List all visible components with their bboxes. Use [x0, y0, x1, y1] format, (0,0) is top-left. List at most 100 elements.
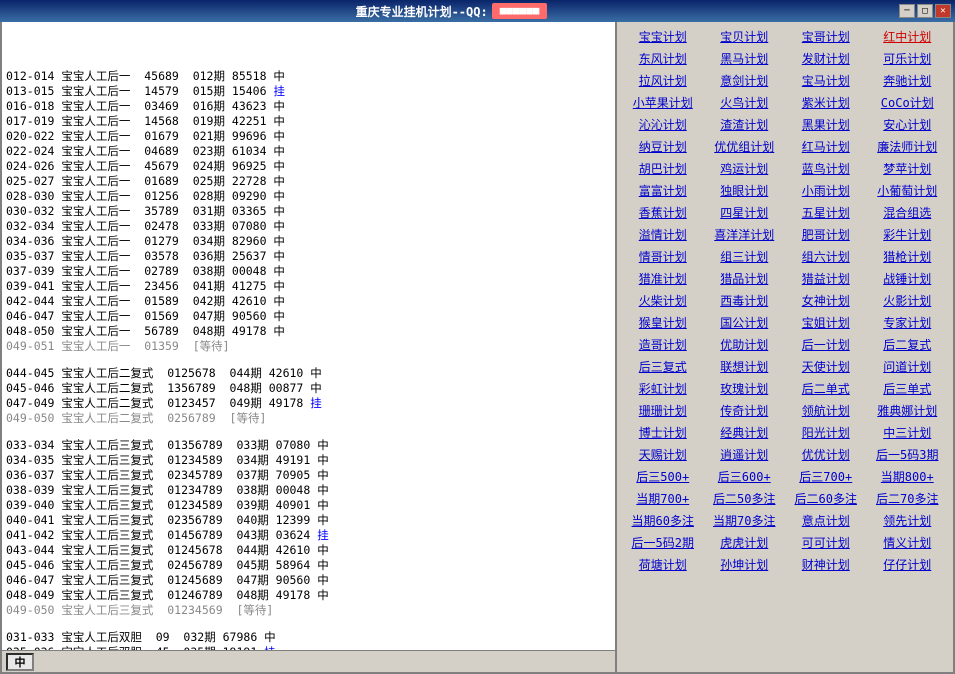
plan-link[interactable]: 彩虹计划 [623, 378, 703, 399]
plan-link[interactable]: 小苹果计划 [623, 92, 703, 113]
plan-link[interactable]: 独眼计划 [705, 180, 785, 201]
plan-link[interactable]: 财神计划 [786, 554, 866, 575]
plan-link[interactable]: 黑马计划 [705, 48, 785, 69]
plan-link[interactable]: 后二50多注 [705, 488, 785, 509]
list-content[interactable]: 012-014 宝宝人工后一 45689 012期 85518 中013-015… [2, 22, 615, 672]
plan-link[interactable]: 国公计划 [705, 312, 785, 333]
plan-link[interactable]: 专家计划 [868, 312, 948, 333]
plan-link[interactable]: 后二单式 [786, 378, 866, 399]
plan-link[interactable]: 五星计划 [786, 202, 866, 223]
plan-link[interactable]: 东风计划 [623, 48, 703, 69]
plan-link[interactable]: 猎品计划 [705, 268, 785, 289]
plan-link[interactable]: 孙坤计划 [705, 554, 785, 575]
plan-link[interactable]: 宝贝计划 [705, 26, 785, 47]
plan-link[interactable]: 优助计划 [705, 334, 785, 355]
plan-link[interactable]: 可可计划 [786, 532, 866, 553]
plan-link[interactable]: 肥哥计划 [786, 224, 866, 245]
plan-link[interactable]: 组三计划 [705, 246, 785, 267]
plan-link[interactable]: 领先计划 [868, 510, 948, 531]
plan-link[interactable]: 蓝鸟计划 [786, 158, 866, 179]
plan-link[interactable]: 宝哥计划 [786, 26, 866, 47]
plan-link[interactable]: 火柴计划 [623, 290, 703, 311]
plan-link[interactable]: 猎准计划 [623, 268, 703, 289]
plan-link[interactable]: 战锤计划 [868, 268, 948, 289]
plan-link[interactable]: 混合组选 [868, 202, 948, 223]
plan-link[interactable]: 珊珊计划 [623, 400, 703, 421]
plan-link[interactable]: 火鸟计划 [705, 92, 785, 113]
plan-link[interactable]: 猎益计划 [786, 268, 866, 289]
plan-link[interactable]: 奔驰计划 [868, 70, 948, 91]
plan-link[interactable]: 溢情计划 [623, 224, 703, 245]
plan-link[interactable]: 后一5码2期 [623, 532, 703, 553]
plan-link[interactable]: 紫米计划 [786, 92, 866, 113]
plan-link[interactable]: 香蕉计划 [623, 202, 703, 223]
plan-link[interactable]: 雅典娜计划 [868, 400, 948, 421]
plan-link[interactable]: 后三500+ [623, 466, 703, 487]
plan-link[interactable]: 传奇计划 [705, 400, 785, 421]
plan-link[interactable]: 中三计划 [868, 422, 948, 443]
plan-link[interactable]: 宝宝计划 [623, 26, 703, 47]
plan-link[interactable]: 造哥计划 [623, 334, 703, 355]
plan-link[interactable]: 后二复式 [868, 334, 948, 355]
plan-link[interactable]: 意点计划 [786, 510, 866, 531]
plan-link[interactable]: 彩牛计划 [868, 224, 948, 245]
plan-link[interactable]: 喜洋洋计划 [705, 224, 785, 245]
plan-link[interactable]: 后三600+ [705, 466, 785, 487]
plan-link[interactable]: 后二70多注 [868, 488, 948, 509]
plan-link[interactable]: 后一5码3期 [868, 444, 948, 465]
plan-link[interactable]: 优优组计划 [705, 136, 785, 157]
plan-link[interactable]: 可乐计划 [868, 48, 948, 69]
plan-link[interactable]: 廉法师计划 [868, 136, 948, 157]
plan-link[interactable]: 联想计划 [705, 356, 785, 377]
plan-link[interactable]: 虎虎计划 [705, 532, 785, 553]
plan-link[interactable]: 梦苹计划 [868, 158, 948, 179]
plan-link[interactable]: 猴皇计划 [623, 312, 703, 333]
plan-link[interactable]: 小雨计划 [786, 180, 866, 201]
plan-link[interactable]: 宝马计划 [786, 70, 866, 91]
plan-link[interactable]: 仔仔计划 [868, 554, 948, 575]
plan-link[interactable]: 沁沁计划 [623, 114, 703, 135]
plan-link[interactable]: 阳光计划 [786, 422, 866, 443]
plan-link[interactable]: CoCo计划 [868, 92, 948, 113]
plan-link[interactable]: 天使计划 [786, 356, 866, 377]
plan-link[interactable]: 优优计划 [786, 444, 866, 465]
plan-link[interactable]: 发财计划 [786, 48, 866, 69]
plan-link[interactable]: 黑果计划 [786, 114, 866, 135]
minimize-button[interactable]: ─ [899, 4, 915, 18]
plan-link[interactable]: 情义计划 [868, 532, 948, 553]
plan-link[interactable]: 小葡萄计划 [868, 180, 948, 201]
plan-link[interactable]: 后三单式 [868, 378, 948, 399]
plan-link[interactable]: 猎枪计划 [868, 246, 948, 267]
plan-link[interactable]: 组六计划 [786, 246, 866, 267]
plan-link[interactable]: 博士计划 [623, 422, 703, 443]
plan-link[interactable]: 红马计划 [786, 136, 866, 157]
plan-link[interactable]: 天赐计划 [623, 444, 703, 465]
plan-link[interactable]: 领航计划 [786, 400, 866, 421]
plan-link[interactable]: 宝姐计划 [786, 312, 866, 333]
maximize-button[interactable]: □ [917, 4, 933, 18]
plan-link[interactable]: 当期800+ [868, 466, 948, 487]
plan-link[interactable]: 胡巴计划 [623, 158, 703, 179]
plan-link[interactable]: 纳豆计划 [623, 136, 703, 157]
plan-link[interactable]: 情哥计划 [623, 246, 703, 267]
plan-link[interactable]: 意剑计划 [705, 70, 785, 91]
plan-link[interactable]: 鸡运计划 [705, 158, 785, 179]
plan-link[interactable]: 四星计划 [705, 202, 785, 223]
plan-link[interactable]: 玫瑰计划 [705, 378, 785, 399]
plan-link[interactable]: 后三复式 [623, 356, 703, 377]
plan-link[interactable]: 荷塘计划 [623, 554, 703, 575]
plan-link[interactable]: 问道计划 [868, 356, 948, 377]
plan-link[interactable]: 拉风计划 [623, 70, 703, 91]
plan-link[interactable]: 火影计划 [868, 290, 948, 311]
plan-link[interactable]: 经典计划 [705, 422, 785, 443]
plan-link[interactable]: 当期700+ [623, 488, 703, 509]
plan-link[interactable]: 富富计划 [623, 180, 703, 201]
plan-link[interactable]: 红中计划 [868, 26, 948, 47]
plan-link[interactable]: 后二60多注 [786, 488, 866, 509]
plan-link[interactable]: 渣渣计划 [705, 114, 785, 135]
plan-link[interactable]: 安心计划 [868, 114, 948, 135]
plan-link[interactable]: 后一计划 [786, 334, 866, 355]
plan-link[interactable]: 当期70多注 [705, 510, 785, 531]
plan-link[interactable]: 西毒计划 [705, 290, 785, 311]
plan-link[interactable]: 后三700+ [786, 466, 866, 487]
